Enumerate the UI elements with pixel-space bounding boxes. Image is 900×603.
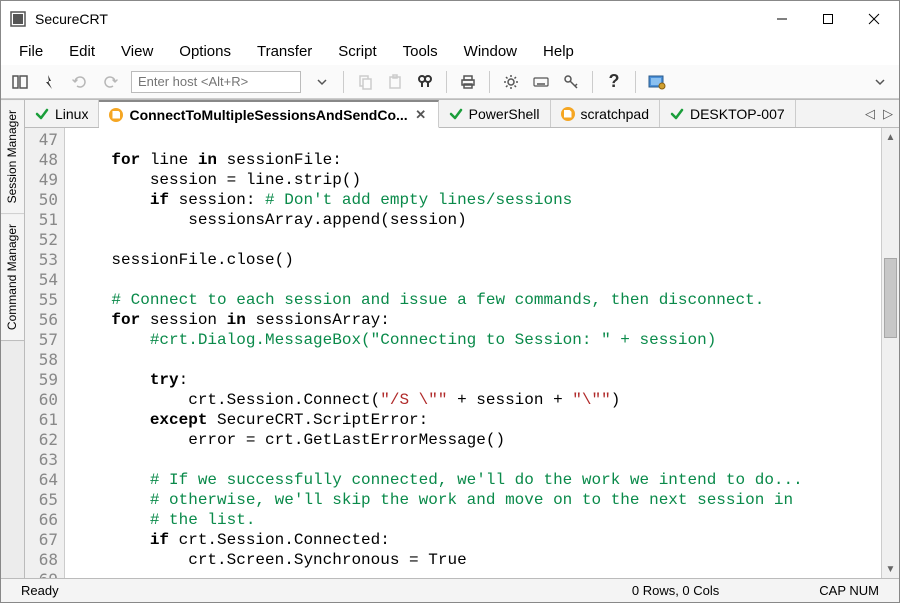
session-manager-toggle-icon[interactable]: [7, 69, 33, 95]
line-number-gutter: 4748495051525354555657585960616263646566…: [25, 128, 65, 578]
check-icon: [670, 107, 684, 121]
status-caps-num: CAP NUM: [809, 583, 889, 598]
editor[interactable]: 4748495051525354555657585960616263646566…: [25, 128, 899, 578]
toolbar-separator: [489, 71, 490, 93]
tab-label: DESKTOP-007: [690, 106, 785, 122]
scroll-up-icon[interactable]: ▲: [882, 128, 899, 146]
scroll-down-icon[interactable]: ▼: [882, 560, 899, 578]
tab-3[interactable]: scratchpad: [551, 100, 660, 127]
toolbar-separator: [635, 71, 636, 93]
tab-1[interactable]: ConnectToMultipleSessionsAndSendCo... ✕: [99, 100, 438, 128]
check-icon: [449, 107, 463, 121]
menu-tools[interactable]: Tools: [391, 39, 450, 64]
tab-4[interactable]: DESKTOP-007: [660, 100, 796, 127]
menu-options[interactable]: Options: [167, 39, 243, 64]
maximize-button[interactable]: [805, 3, 851, 35]
menu-edit[interactable]: Edit: [57, 39, 107, 64]
check-icon: [35, 107, 49, 121]
tabstrip: Linux ConnectToMultipleSessionsAndSendCo.…: [25, 100, 899, 128]
vertical-scrollbar[interactable]: ▲ ▼: [881, 128, 899, 578]
menu-view[interactable]: View: [109, 39, 165, 64]
find-icon[interactable]: [412, 69, 438, 95]
host-input[interactable]: [131, 71, 301, 93]
menu-file[interactable]: File: [7, 39, 55, 64]
toolbar-separator: [592, 71, 593, 93]
close-button[interactable]: [851, 3, 897, 35]
host-dropdown-icon[interactable]: [309, 69, 335, 95]
tab-label: Linux: [55, 106, 88, 122]
copy-icon[interactable]: [352, 69, 378, 95]
status-ready: Ready: [11, 583, 69, 598]
menu-help[interactable]: Help: [531, 39, 586, 64]
print-icon[interactable]: [455, 69, 481, 95]
toolbar: ?: [1, 65, 899, 99]
session-manager-tab[interactable]: Session Manager: [1, 100, 24, 214]
app-icon: [9, 10, 27, 28]
toolbar-overflow-icon[interactable]: [867, 69, 893, 95]
tab-scroll-right-icon[interactable]: ▷: [883, 106, 893, 122]
paste-icon[interactable]: [382, 69, 408, 95]
window-title: SecureCRT: [35, 11, 108, 27]
document-icon: [109, 108, 123, 122]
tab-nav: ◁ ▷: [859, 100, 899, 127]
toolbar-separator: [343, 71, 344, 93]
menubar: FileEditViewOptionsTransferScriptToolsWi…: [1, 37, 899, 65]
sidebar: Session Manager Command Manager: [1, 100, 25, 578]
tab-close-icon[interactable]: ✕: [414, 108, 428, 122]
menu-script[interactable]: Script: [326, 39, 388, 64]
screenshot-icon[interactable]: [644, 69, 670, 95]
status-rows-cols: 0 Rows, 0 Cols: [622, 583, 729, 598]
tab-2[interactable]: PowerShell: [439, 100, 551, 127]
toolbar-separator: [446, 71, 447, 93]
scrollbar-thumb[interactable]: [884, 258, 897, 338]
help-icon[interactable]: ?: [601, 69, 627, 95]
document-icon: [561, 107, 575, 121]
command-manager-tab[interactable]: Command Manager: [1, 214, 24, 341]
minimize-button[interactable]: [759, 3, 805, 35]
tab-scroll-left-icon[interactable]: ◁: [865, 106, 875, 122]
reconnect-all-icon[interactable]: [97, 69, 123, 95]
statusbar: Ready 0 Rows, 0 Cols CAP NUM: [1, 578, 899, 602]
tab-0[interactable]: Linux: [25, 100, 99, 127]
menu-window[interactable]: Window: [452, 39, 529, 64]
reconnect-icon[interactable]: [67, 69, 93, 95]
options-icon[interactable]: [498, 69, 524, 95]
keyboard-icon[interactable]: [528, 69, 554, 95]
tab-label: PowerShell: [469, 106, 540, 122]
quick-connect-icon[interactable]: [37, 69, 63, 95]
code-area[interactable]: for line in sessionFile: session = line.…: [65, 128, 881, 578]
tab-label: ConnectToMultipleSessionsAndSendCo...: [129, 107, 407, 123]
key-icon[interactable]: [558, 69, 584, 95]
titlebar: SecureCRT: [1, 1, 899, 37]
tab-label: scratchpad: [581, 106, 649, 122]
menu-transfer[interactable]: Transfer: [245, 39, 324, 64]
